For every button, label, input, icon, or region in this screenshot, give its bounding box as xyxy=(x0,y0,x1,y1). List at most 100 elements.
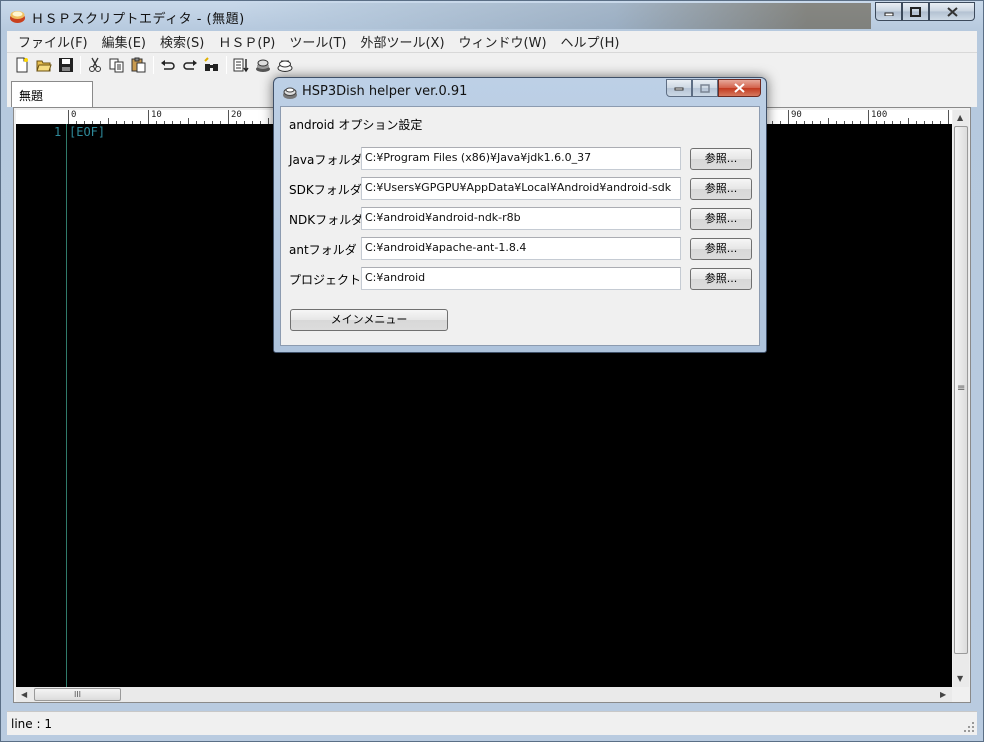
hsp3dish-app-icon[interactable] xyxy=(282,84,298,100)
menu-bar: ファイル(F) 編集(E) 検索(S) ＨＳＰ(P) ツール(T) 外部ツール(… xyxy=(7,31,977,52)
find-button[interactable] xyxy=(201,54,223,76)
new-file-button[interactable] xyxy=(11,54,33,76)
ruler-tick xyxy=(788,110,789,124)
ant-folder-label: antフォルダ xyxy=(289,243,357,257)
ruler-tick xyxy=(868,110,869,124)
java-folder-browse-button[interactable]: 参照... xyxy=(690,148,752,170)
dialog-close-button[interactable] xyxy=(718,79,761,97)
menu-help[interactable]: ヘルプ(H) xyxy=(554,32,627,51)
toolbar-separator xyxy=(226,56,227,74)
copy-button[interactable] xyxy=(106,54,128,76)
menu-external-tools[interactable]: 外部ツール(X) xyxy=(353,32,451,51)
vertical-scrollbar[interactable]: ▲ ≡ ▼ xyxy=(953,110,969,687)
scroll-right-arrow-icon[interactable]: ▶ xyxy=(940,690,946,699)
open-file-button[interactable] xyxy=(33,54,55,76)
run-icon xyxy=(256,59,270,72)
line-number: 1 xyxy=(54,125,62,139)
maximize-button[interactable] xyxy=(902,2,929,21)
scroll-up-arrow-icon[interactable]: ▲ xyxy=(957,113,963,122)
run-button[interactable] xyxy=(252,54,274,76)
ndk-folder-browse-button[interactable]: 参照... xyxy=(690,208,752,230)
open-folder-icon xyxy=(36,60,52,72)
copy-icon xyxy=(109,58,124,73)
close-button[interactable] xyxy=(929,2,975,21)
ant-folder-browse-button[interactable]: 参照... xyxy=(690,238,752,260)
dialog-maximize-button[interactable] xyxy=(692,79,718,97)
sdk-folder-label: SDKフォルダ xyxy=(289,183,362,197)
redo-button[interactable] xyxy=(179,54,201,76)
project-folder-label: プロジェクト xyxy=(289,273,362,287)
window-caption-buttons xyxy=(875,2,975,22)
build-button[interactable] xyxy=(274,54,296,76)
hsp-app-icon[interactable] xyxy=(9,8,26,24)
project-folder-browse-button[interactable]: 参照... xyxy=(690,268,752,290)
window-title: ＨＳＰスクリプトエディタ - (無題) xyxy=(31,12,245,27)
ant-folder-field[interactable]: C:¥android¥apache-ant-1.8.4 xyxy=(361,237,681,260)
menu-edit[interactable]: 編集(E) xyxy=(95,32,153,51)
menu-tools[interactable]: ツール(T) xyxy=(282,32,353,51)
menu-window[interactable]: ウィンドウ(W) xyxy=(452,32,554,51)
menu-file[interactable]: ファイル(F) xyxy=(11,32,95,51)
save-button[interactable] xyxy=(55,54,77,76)
build-icon xyxy=(277,60,293,72)
horizontal-scroll-thumb[interactable]: III xyxy=(34,688,121,701)
find-icon xyxy=(204,57,218,71)
project-folder-field[interactable]: C:¥android xyxy=(361,267,681,290)
horizontal-scrollbar[interactable]: ◀ III ▶ xyxy=(16,687,952,702)
paste-icon xyxy=(131,57,146,73)
ruler-mark-20: 20 xyxy=(231,110,242,120)
maximize-icon xyxy=(700,83,710,93)
scroll-left-arrow-icon[interactable]: ◀ xyxy=(21,690,27,699)
compile-icon xyxy=(233,58,249,73)
dialog-minimize-button[interactable] xyxy=(666,79,692,97)
dialog-body: android オプション設定 Javaフォルダ C:¥Program File… xyxy=(280,106,760,346)
minimize-button[interactable] xyxy=(875,2,902,21)
ruler-mark-90: 90 xyxy=(791,110,802,120)
eof-marker: [EOF] xyxy=(69,125,106,139)
ruler-tick xyxy=(228,110,229,124)
ruler-mark-10: 10 xyxy=(151,110,162,120)
dialog-caption-buttons xyxy=(666,79,761,97)
main-menu-button[interactable]: メインメニュー xyxy=(290,309,448,331)
save-icon xyxy=(59,58,73,72)
undo-button[interactable] xyxy=(157,54,179,76)
minimize-icon xyxy=(674,87,684,91)
sdk-folder-browse-button[interactable]: 参照... xyxy=(690,178,752,200)
sdk-folder-field[interactable]: C:¥Users¥GPGPU¥AppData¥Local¥Android¥and… xyxy=(361,177,681,200)
ndk-folder-label: NDKフォルダ xyxy=(289,213,364,227)
title-bar-backdrop xyxy=(231,3,871,29)
ruler-tick xyxy=(68,110,69,124)
close-icon xyxy=(946,6,958,17)
close-icon xyxy=(734,83,745,93)
gutter-divider xyxy=(66,124,67,687)
undo-icon xyxy=(161,60,175,70)
resize-grip-icon[interactable] xyxy=(963,721,975,733)
java-folder-label: Javaフォルダ xyxy=(289,153,363,167)
toolbar-separator xyxy=(80,56,81,74)
paste-button[interactable] xyxy=(128,54,150,76)
vertical-thumb-grip: ≡ xyxy=(957,383,966,394)
ruler-tick xyxy=(948,110,949,124)
vertical-scroll-thumb[interactable]: ≡ xyxy=(954,126,968,654)
title-bar[interactable]: ＨＳＰスクリプトエディタ - (無題) xyxy=(1,1,983,31)
menu-hsp[interactable]: ＨＳＰ(P) xyxy=(211,32,282,51)
hsp3dish-helper-dialog: HSP3Dish helper ver.0.91 android オプション設定… xyxy=(273,77,767,353)
toolbar xyxy=(7,52,977,77)
dialog-title: HSP3Dish helper ver.0.91 xyxy=(302,84,468,99)
status-bar: line : 1 xyxy=(7,711,977,735)
java-folder-field[interactable]: C:¥Program Files (x86)¥Java¥jdk1.6.0_37 xyxy=(361,147,681,170)
new-file-icon xyxy=(16,57,28,73)
redo-icon xyxy=(183,60,197,70)
tab-untitled[interactable]: 無題 xyxy=(11,81,93,107)
cut-button[interactable] xyxy=(84,54,106,76)
menu-search[interactable]: 検索(S) xyxy=(153,32,211,51)
toolbar-separator xyxy=(153,56,154,74)
ndk-folder-field[interactable]: C:¥android¥android-ndk-r8b xyxy=(361,207,681,230)
minimize-icon xyxy=(884,12,893,16)
scroll-down-arrow-icon[interactable]: ▼ xyxy=(957,674,963,683)
compile-button[interactable] xyxy=(230,54,252,76)
ruler-tick xyxy=(148,110,149,124)
status-line: line : 1 xyxy=(11,717,52,731)
ruler-mark-0: 0 xyxy=(71,110,77,120)
ruler-mark-100: 100 xyxy=(871,110,888,120)
